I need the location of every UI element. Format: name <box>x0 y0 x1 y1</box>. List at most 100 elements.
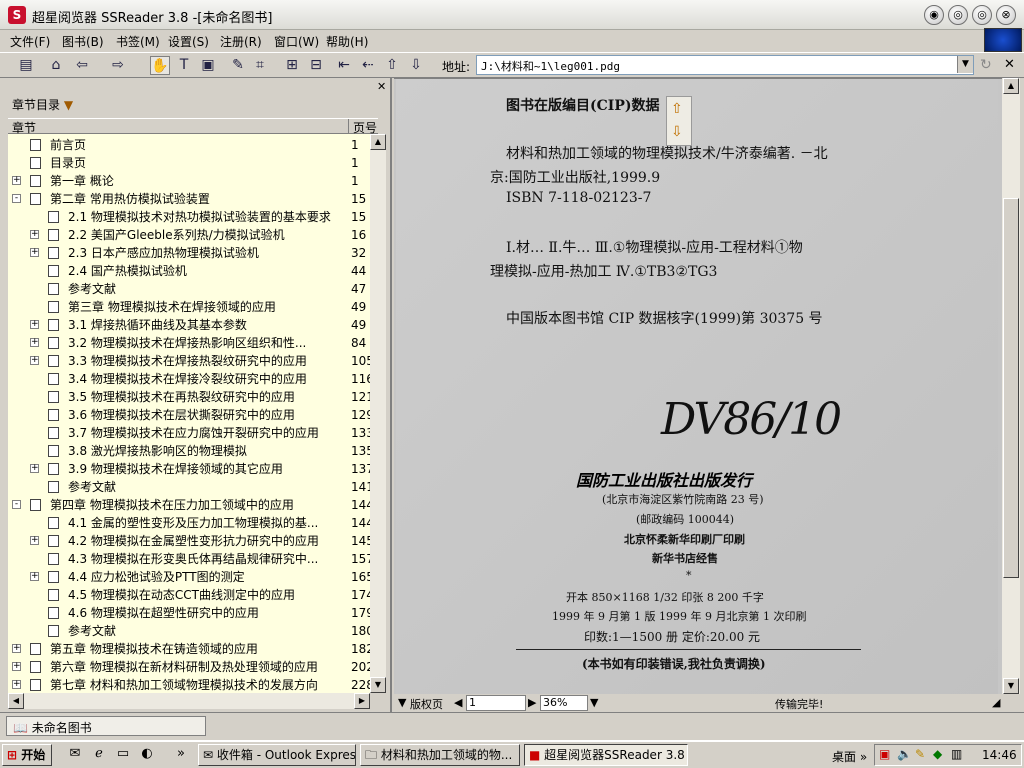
zoom-select[interactable]: 36% <box>540 695 588 711</box>
page-scroll-widget[interactable]: ⇧ ⇩ <box>666 96 692 146</box>
tree-item[interactable]: 4.6 物理模拟在超塑性研究中的应用 179 <box>8 604 370 622</box>
go-icon[interactable]: ↻ <box>980 57 992 73</box>
tree-item[interactable]: 2.1 物理模拟技术对热功模拟试验装置的基本要求 15 <box>8 208 370 226</box>
tree-item[interactable]: 3.8 激光焊接热影响区的物理模拟 135 <box>8 442 370 460</box>
tree-hscrollbar[interactable]: ◀ ▶ <box>8 693 370 709</box>
sidebar-close-icon[interactable]: ✕ <box>377 80 386 93</box>
prev-icon[interactable]: ◀ <box>454 696 462 709</box>
collapse-icon[interactable]: - <box>12 500 21 509</box>
expand-icon[interactable]: + <box>12 176 21 185</box>
expand-icon[interactable]: + <box>30 320 39 329</box>
tree-item[interactable]: +3.1 焊接热循环曲线及其基本参数 49 <box>8 316 370 334</box>
scroll-up-arrow-icon[interactable]: ⇧ <box>671 101 683 117</box>
task-folder[interactable]: 🗀 材料和热加工领域的物... <box>360 744 520 766</box>
tree-item[interactable]: +2.2 美国产Gleeble系列热/力模拟试验机 16 <box>8 226 370 244</box>
fit-width-icon[interactable]: ⊞ <box>282 56 302 75</box>
minimize-button[interactable]: ◉ <box>924 5 944 25</box>
tree-item[interactable]: - 第二章 常用热仿模拟试验装置 15 <box>8 190 370 208</box>
prev-page-icon[interactable]: ⇠ <box>358 56 378 75</box>
expand-icon[interactable]: + <box>12 662 21 671</box>
network-icon[interactable]: ▣ <box>879 747 890 761</box>
collapse-icon[interactable]: - <box>12 194 21 203</box>
tree-item[interactable]: 3.4 物理模拟技术在焊接冷裂纹研究中的应用 116 <box>8 370 370 388</box>
scroll-down-arrow-icon[interactable]: ⇩ <box>671 124 683 140</box>
menu-window[interactable]: 窗口(W) <box>274 33 319 50</box>
tree-item[interactable]: +3.9 物理模拟技术在焊接领域的其它应用 137 <box>8 460 370 478</box>
quicklaunch-outlook-icon[interactable]: ✉ <box>66 746 84 764</box>
tree-item[interactable]: + 第七章 材料和热加工领域物理模拟技术的发展方向 228 <box>8 676 370 693</box>
tree-item[interactable]: + 第六章 物理模拟在新材料研制及热处理领域的应用 202 <box>8 658 370 676</box>
task-ssreader[interactable]: ■ 超星阅览器SSReader 3.8 <box>524 744 688 766</box>
menu-register[interactable]: 注册(R) <box>220 33 262 50</box>
start-button[interactable]: ⊞ 开始 <box>2 744 52 766</box>
monitor-icon[interactable]: ▥ <box>951 747 962 761</box>
maximize-button[interactable]: ◎ <box>972 5 992 25</box>
quicklaunch-more-icon[interactable]: » <box>172 746 190 764</box>
annotate-icon[interactable]: ✎ <box>228 56 248 75</box>
scroll-up-icon[interactable]: ▲ <box>1003 78 1019 94</box>
tree-item[interactable]: 目录页 1 <box>8 154 370 172</box>
tree-item[interactable]: 前言页 1 <box>8 136 370 154</box>
tree-item[interactable]: 参考文献 47 <box>8 280 370 298</box>
tree-item[interactable]: 3.6 物理模拟技术在层状撕裂研究中的应用 129 <box>8 406 370 424</box>
tree-item[interactable]: 4.1 金属的塑性变形及压力加工物理模拟的基... 144 <box>8 514 370 532</box>
chapter-dropdown[interactable]: 章节目录 ▼ <box>12 96 73 113</box>
page-down-icon[interactable]: ⇩ <box>406 56 426 75</box>
title-bar[interactable]: S 超星阅览器 SSReader 3.8 -[未命名图书] ◉ ◎ ◎ ⊗ <box>0 0 1024 30</box>
hand-tool-icon[interactable]: ✋ <box>150 56 170 75</box>
scroll-left-icon[interactable]: ◀ <box>8 693 24 709</box>
zoom-dropdown-icon[interactable]: ▼ <box>590 696 598 709</box>
address-dropdown-icon[interactable]: ▼ <box>957 56 973 73</box>
fit-page-icon[interactable]: ⊟ <box>306 56 326 75</box>
quicklaunch-app-icon[interactable]: ◐ <box>138 746 156 764</box>
close-icon[interactable]: ✕ <box>1004 57 1015 72</box>
scroll-right-icon[interactable]: ▶ <box>354 693 370 709</box>
scroll-down-icon[interactable]: ▼ <box>370 677 386 693</box>
quicklaunch-ie-icon[interactable]: ℯ <box>90 746 108 764</box>
address-input[interactable]: J:\材料和~1\leg001.pdg <box>476 55 974 75</box>
expand-icon[interactable]: + <box>30 230 39 239</box>
tree-item[interactable]: 4.3 物理模拟在形变奥氏体再结晶规律研究中... 157 <box>8 550 370 568</box>
tree-item[interactable]: 参考文献 180 <box>8 622 370 640</box>
tree-item[interactable]: +2.3 日本产感应加热物理模拟试验机 32 <box>8 244 370 262</box>
tree-item[interactable]: 4.5 物理模拟在动态CCT曲线测定中的应用 174 <box>8 586 370 604</box>
menu-help[interactable]: 帮助(H) <box>326 33 368 50</box>
tree-item[interactable]: 3.5 物理模拟技术在再热裂纹研究中的应用 121 <box>8 388 370 406</box>
expand-icon[interactable]: + <box>30 464 39 473</box>
expand-icon[interactable]: + <box>30 536 39 545</box>
forward-icon[interactable]: ⇨ <box>108 56 128 75</box>
volume-icon[interactable]: 🔈 <box>897 747 912 761</box>
bookshelf-icon[interactable]: ▤ <box>16 56 36 75</box>
restore-button[interactable]: ◎ <box>948 5 968 25</box>
tree-item[interactable]: +4.2 物理模拟在金属塑性变形抗力研究中的应用 145 <box>8 532 370 550</box>
back-icon[interactable]: ⇦ <box>72 56 92 75</box>
document-tab[interactable]: 📖 未命名图书 <box>6 716 206 736</box>
desktop-toolbar-label[interactable]: 桌面 » <box>832 748 867 765</box>
document-view[interactable]: 图书在版编目(CIP)数据 材料和热加工领域的物理模拟技术/牛济泰编著. －北 … <box>394 78 1002 694</box>
page-type-dropdown-icon[interactable]: ▼ <box>398 696 406 709</box>
menu-settings[interactable]: 设置(S) <box>168 33 209 50</box>
tree-item[interactable]: - 第四章 物理模拟技术在压力加工领域中的应用 144 <box>8 496 370 514</box>
tree-item[interactable]: + 第五章 物理模拟技术在铸造领域的应用 182 <box>8 640 370 658</box>
close-button[interactable]: ⊗ <box>996 5 1016 25</box>
tree-item[interactable]: 3.7 物理模拟技术在应力腐蚀开裂研究中的应用 133 <box>8 424 370 442</box>
scroll-thumb[interactable] <box>1003 198 1019 578</box>
desktop-more-icon[interactable]: » <box>860 750 867 764</box>
scroll-down-icon[interactable]: ▼ <box>1003 678 1019 694</box>
expand-icon[interactable]: + <box>30 572 39 581</box>
tree-item[interactable]: 第三章 物理模拟技术在焊接领域的应用 49 <box>8 298 370 316</box>
home-icon[interactable]: ⌂ <box>46 56 66 75</box>
tree-scrollbar[interactable]: ▲ ▼ <box>370 134 386 693</box>
tree-item[interactable]: 参考文献 141 <box>8 478 370 496</box>
page-type-label[interactable]: 版权页 <box>410 696 443 712</box>
bookmark-add-icon[interactable]: ⌗ <box>250 56 270 75</box>
first-page-icon[interactable]: ⇤ <box>334 56 354 75</box>
tree-item[interactable]: +3.3 物理模拟技术在焊接热裂纹研究中的应用 105 <box>8 352 370 370</box>
menu-bookmark[interactable]: 书签(M) <box>116 33 160 50</box>
expand-icon[interactable]: + <box>30 356 39 365</box>
menu-file[interactable]: 文件(F) <box>10 33 50 50</box>
tree-item[interactable]: +3.2 物理模拟技术在焊接热影响区组织和性... 84 <box>8 334 370 352</box>
tree-item[interactable]: +4.4 应力松弛试验及PTT图的测定 165 <box>8 568 370 586</box>
pen-icon[interactable]: ✎ <box>915 747 925 761</box>
tree-item[interactable]: + 第一章 概论 1 <box>8 172 370 190</box>
